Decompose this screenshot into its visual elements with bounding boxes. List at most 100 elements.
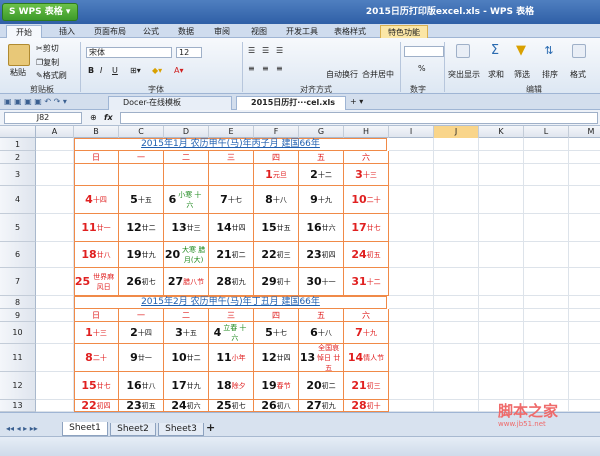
- cell[interactable]: [524, 268, 569, 296]
- ribbon-tab[interactable]: 视图: [244, 25, 274, 38]
- cell[interactable]: [524, 309, 569, 322]
- cell[interactable]: [389, 344, 434, 372]
- cell[interactable]: [524, 138, 569, 151]
- italic-button[interactable]: I: [100, 66, 102, 76]
- cell[interactable]: [479, 138, 524, 151]
- row-header[interactable]: 2: [0, 151, 36, 164]
- column-header[interactable]: J: [434, 126, 479, 138]
- align-left-icon[interactable]: ≡: [248, 64, 255, 74]
- align-center-icon[interactable]: ≡: [262, 64, 269, 74]
- row-header[interactable]: 7: [0, 268, 36, 296]
- percent-button[interactable]: %: [418, 64, 426, 74]
- underline-button[interactable]: U: [112, 66, 118, 76]
- cell[interactable]: [569, 322, 600, 344]
- cell[interactable]: [389, 151, 434, 164]
- fill-color-icon[interactable]: ◆▾: [152, 66, 162, 76]
- cell[interactable]: [36, 164, 74, 186]
- cell[interactable]: [36, 214, 74, 242]
- cell[interactable]: [479, 268, 524, 296]
- cell[interactable]: [389, 186, 434, 214]
- ribbon-tab[interactable]: 页面布局: [88, 25, 132, 38]
- cell[interactable]: [36, 268, 74, 296]
- row-header[interactable]: 8: [0, 296, 36, 309]
- cell[interactable]: [389, 296, 434, 309]
- ribbon-tab[interactable]: 公式: [136, 25, 166, 38]
- cell[interactable]: [36, 186, 74, 214]
- row-header[interactable]: 4: [0, 186, 36, 214]
- zoom-icon[interactable]: ⊕: [90, 113, 97, 123]
- cell[interactable]: [389, 268, 434, 296]
- cell[interactable]: [434, 138, 479, 151]
- sheet-tab[interactable]: Sheet1: [62, 422, 108, 436]
- row-header[interactable]: 3: [0, 164, 36, 186]
- row-header[interactable]: 13: [0, 400, 36, 412]
- cell[interactable]: [389, 138, 434, 151]
- cell[interactable]: [479, 344, 524, 372]
- cell[interactable]: [479, 309, 524, 322]
- ribbon-tab[interactable]: 插入: [52, 25, 82, 38]
- paste-icon[interactable]: [8, 44, 30, 66]
- cell[interactable]: [479, 186, 524, 214]
- align-bottom-icon[interactable]: ☰: [276, 46, 283, 56]
- column-header[interactable]: L: [524, 126, 569, 138]
- cell[interactable]: [36, 242, 74, 268]
- format-painter-button[interactable]: ✎格式刷: [36, 71, 67, 81]
- ribbon-tab[interactable]: 开始: [6, 25, 42, 38]
- cell[interactable]: [569, 186, 600, 214]
- cell[interactable]: [36, 372, 74, 400]
- border-icon[interactable]: ⊞▾: [130, 66, 141, 76]
- column-header[interactable]: F: [254, 126, 299, 138]
- cell[interactable]: [36, 400, 74, 412]
- merge-center-button[interactable]: 合并居中: [362, 70, 394, 80]
- align-right-icon[interactable]: ≡: [276, 64, 283, 74]
- cell[interactable]: [434, 372, 479, 400]
- column-header[interactable]: C: [119, 126, 164, 138]
- cell[interactable]: [524, 164, 569, 186]
- cell[interactable]: [36, 151, 74, 164]
- row-header[interactable]: 1: [0, 138, 36, 151]
- cell[interactable]: [434, 151, 479, 164]
- cell[interactable]: [36, 322, 74, 344]
- sheet-tab[interactable]: Sheet2: [110, 423, 156, 436]
- sum-button[interactable]: 求和: [488, 70, 504, 80]
- app-menu-button[interactable]: S WPS 表格 ▾: [2, 3, 78, 21]
- bold-button[interactable]: B: [88, 66, 94, 76]
- cell[interactable]: [434, 309, 479, 322]
- align-middle-icon[interactable]: ☰: [262, 46, 269, 56]
- ribbon-tab[interactable]: 表格样式: [328, 25, 372, 38]
- cell[interactable]: [479, 164, 524, 186]
- cell[interactable]: [524, 214, 569, 242]
- cell[interactable]: [434, 268, 479, 296]
- cell[interactable]: [569, 400, 600, 412]
- cell[interactable]: [569, 214, 600, 242]
- cell[interactable]: [524, 372, 569, 400]
- wrap-text-button[interactable]: 自动换行: [326, 70, 358, 80]
- cell[interactable]: [479, 296, 524, 309]
- cell[interactable]: [36, 344, 74, 372]
- ribbon-tab[interactable]: 审阅: [206, 25, 238, 38]
- formula-input[interactable]: [120, 112, 598, 124]
- grid-corner[interactable]: [0, 126, 36, 138]
- cell[interactable]: [569, 296, 600, 309]
- cell[interactable]: [434, 186, 479, 214]
- row-header[interactable]: 5: [0, 214, 36, 242]
- column-header[interactable]: M: [569, 126, 600, 138]
- cell[interactable]: [36, 138, 74, 151]
- cell[interactable]: [434, 296, 479, 309]
- row-header[interactable]: 12: [0, 372, 36, 400]
- cell[interactable]: [389, 400, 434, 412]
- column-header[interactable]: B: [74, 126, 119, 138]
- cell[interactable]: [479, 151, 524, 164]
- new-tab-icon[interactable]: + ▾: [350, 97, 363, 107]
- cell[interactable]: [524, 322, 569, 344]
- cell[interactable]: [479, 372, 524, 400]
- cell[interactable]: [524, 242, 569, 268]
- row-header[interactable]: 6: [0, 242, 36, 268]
- number-format-combo[interactable]: [404, 46, 444, 57]
- cell[interactable]: [569, 344, 600, 372]
- sort-button[interactable]: 排序: [542, 70, 558, 80]
- font-color-icon[interactable]: A▾: [174, 66, 184, 76]
- format-button[interactable]: 格式: [570, 70, 586, 80]
- name-box[interactable]: J82: [4, 112, 82, 124]
- cut-button[interactable]: ✂剪切: [36, 44, 59, 54]
